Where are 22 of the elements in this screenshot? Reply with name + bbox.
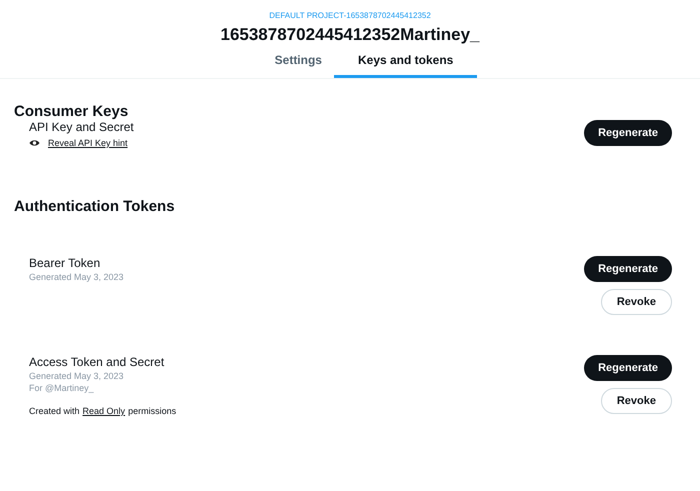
key-name: Access Token and Secret [29, 355, 166, 369]
token-detail: For @Martiney_ [29, 383, 95, 393]
key-name: Bearer Token [29, 256, 102, 270]
section-heading: Consumer Keys [14, 103, 130, 120]
tab[interactable]: Keys and tokens [334, 49, 478, 78]
note-text: Created with [29, 406, 80, 416]
project-label: DEFAULT PROJECT-1653878702445412352 [269, 11, 431, 20]
revoke-button[interactable]: Revoke [600, 289, 672, 315]
token-detail: Generated May 3, 2023 [29, 272, 124, 282]
app-title: 1653878702445412352Martiney_ [220, 25, 480, 45]
key-name: API Key and Secret [29, 120, 134, 134]
section-heading: Authentication Tokens [14, 198, 176, 215]
token-detail: Generated May 3, 2023 [29, 371, 125, 381]
eye-icon [29, 139, 40, 147]
tab[interactable]: Settings [262, 49, 334, 78]
note-text: permissions [128, 406, 176, 416]
regenerate-button[interactable]: Regenerate [584, 120, 672, 146]
regenerate-button[interactable]: Regenerate [584, 256, 672, 282]
reveal-link[interactable]: Reveal API Key hint [48, 138, 128, 148]
regenerate-button[interactable]: Regenerate [584, 355, 672, 381]
permissions-link[interactable]: Read Only [82, 406, 126, 416]
revoke-button[interactable]: Revoke [600, 388, 672, 414]
